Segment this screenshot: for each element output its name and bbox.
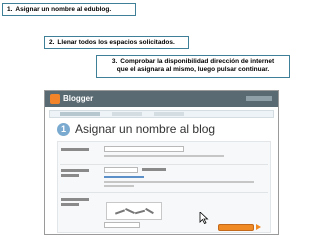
verification-label-2	[61, 203, 79, 206]
continue-button[interactable]	[218, 224, 254, 231]
instruction-step-2: 2. Llenar todos los espacios solicitados.	[44, 36, 189, 49]
blog-title-label	[61, 148, 89, 151]
step-number: 1.	[7, 6, 13, 13]
verification-input[interactable]	[104, 222, 140, 228]
captcha-glyph	[145, 207, 154, 215]
address-help-1	[104, 181, 254, 183]
instruction-step-1: 1. Asignar un nombre al edublog.	[2, 3, 136, 16]
address-help-2	[104, 185, 134, 187]
step-number-badge: 1	[57, 123, 70, 136]
divider	[60, 192, 268, 193]
blogger-header-bar: Blogger	[45, 91, 278, 107]
captcha-glyph	[125, 207, 135, 215]
progress-step-1	[60, 112, 100, 116]
blog-title-help	[104, 155, 224, 157]
step-text: Asignar un nombre al edublog.	[15, 6, 112, 13]
blog-title-input[interactable]	[104, 146, 184, 152]
blogger-logo-icon	[50, 94, 60, 104]
captcha-glyph	[134, 209, 146, 215]
blog-address-label	[61, 169, 89, 172]
blogger-logo-text: Blogger	[63, 94, 94, 103]
blogspot-suffix	[142, 168, 166, 171]
blogger-screenshot: Blogger 1 Asignar un nombre al blog	[44, 90, 279, 235]
progress-step-3	[154, 112, 184, 116]
pointer-cursor-icon	[199, 212, 209, 224]
blog-form-panel	[57, 141, 271, 233]
check-availability-link[interactable]	[104, 176, 144, 178]
step-text: Comprobar la disponibilidad dirección de…	[120, 58, 275, 65]
blog-address-label-2	[61, 174, 79, 177]
progress-steps-bar	[49, 110, 274, 118]
progress-step-2	[112, 112, 142, 116]
verification-label	[61, 198, 89, 201]
instruction-step-3: 3. Comprobar la disponibilidad dirección …	[96, 55, 290, 78]
arrow-icon	[256, 224, 261, 230]
step-text: Llenar todos los espacios solicitados.	[57, 39, 175, 46]
captcha-image	[106, 202, 162, 220]
step-text-line-2: que el asignara al mismo, luego pulsar c…	[116, 66, 270, 73]
step-number: 2.	[49, 39, 55, 46]
divider	[60, 164, 268, 165]
page-title: Asignar un nombre al blog	[75, 122, 216, 136]
blog-address-input[interactable]	[104, 167, 138, 173]
step-number: 3.	[111, 58, 118, 65]
captcha-glyph	[114, 209, 126, 215]
header-link[interactable]	[246, 96, 272, 101]
